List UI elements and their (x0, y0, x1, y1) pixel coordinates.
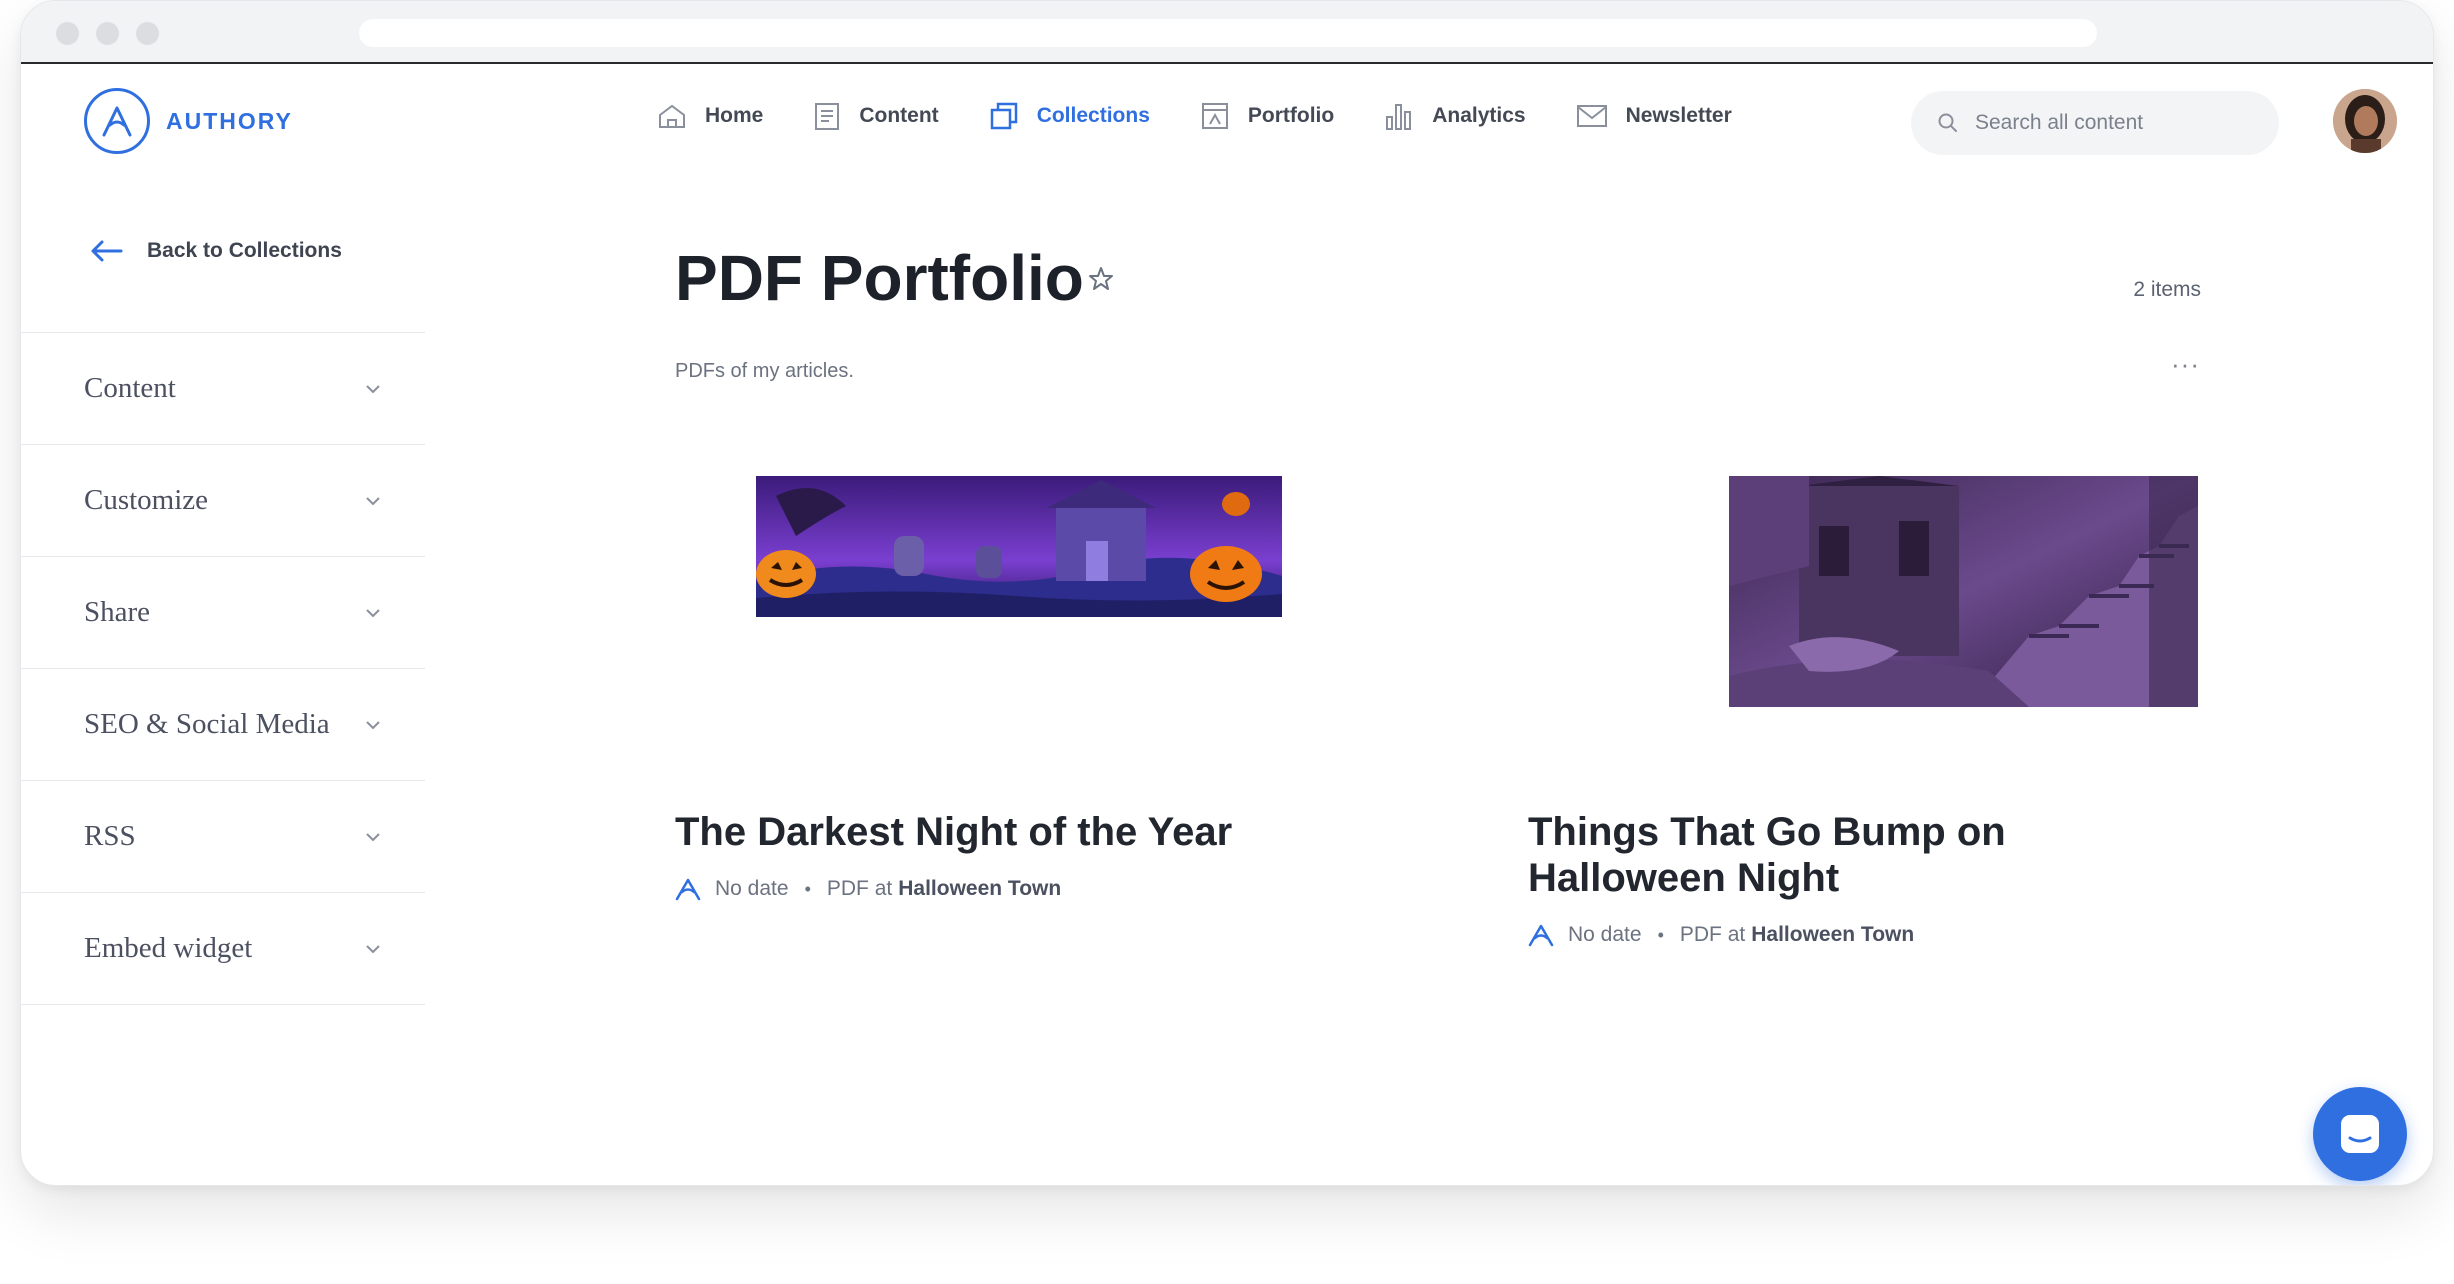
content-icon (815, 103, 840, 130)
star-icon[interactable] (1088, 266, 1114, 292)
card-type: PDF at (1679, 923, 1746, 946)
window-maximize-dot[interactable] (136, 22, 159, 45)
sidebar-item-seo-social[interactable]: SEO & Social Media (21, 669, 425, 781)
card-thumbnail[interactable] (756, 476, 1282, 617)
nav-label-newsletter: Newsletter (1625, 104, 1732, 127)
nav-item-content[interactable]: Content (813, 101, 939, 131)
sidebar-item-embed-widget[interactable]: Embed widget (21, 893, 425, 1005)
chevron-down-icon (366, 944, 380, 953)
card-date: No date (715, 877, 789, 900)
authory-logo-icon (84, 88, 150, 154)
card-thumbnail[interactable] (1729, 476, 2198, 707)
nav-item-analytics[interactable]: Analytics (1384, 101, 1526, 131)
sidebar-item-label: Embed widget (84, 932, 253, 964)
nav-label-home: Home (705, 104, 764, 127)
chevron-down-icon (366, 384, 380, 393)
sidebar-item-label: RSS (84, 820, 136, 852)
brand-name: AUTHORY (166, 107, 293, 134)
authory-logo[interactable]: AUTHORY (84, 88, 293, 154)
sidebar-item-content[interactable]: Content (21, 333, 425, 445)
newsletter-icon (1576, 105, 1607, 127)
sidebar-item-rss[interactable]: RSS (21, 781, 425, 893)
chevron-down-icon (366, 720, 380, 729)
card-title[interactable]: Things That Go Bump on Halloween Night (1528, 809, 2208, 901)
window-close-dot[interactable] (56, 22, 79, 45)
home-icon (659, 104, 685, 128)
nav-item-portfolio[interactable]: Portfolio (1200, 101, 1334, 131)
nav-item-collections[interactable]: Collections (989, 101, 1150, 131)
sidebar-item-customize[interactable]: Customize (21, 445, 425, 557)
nav-item-home[interactable]: Home (657, 102, 763, 130)
nav-item-newsletter[interactable]: Newsletter (1576, 103, 1732, 129)
app-window: AUTHORY Home Content Collections Portfol… (20, 0, 2434, 1186)
search-box[interactable] (1911, 91, 2279, 155)
chat-icon (2341, 1115, 2379, 1153)
window-minimize-dot[interactable] (96, 22, 119, 45)
collections-icon (990, 102, 1017, 130)
items-count: 2 items (2133, 278, 2201, 301)
more-options-button[interactable]: ··· (2171, 349, 2200, 380)
sidebar-item-label: Share (84, 596, 151, 628)
search-icon (1938, 113, 1957, 132)
address-bar[interactable] (359, 19, 2097, 47)
authory-small-icon (1528, 924, 1554, 947)
collection-description: PDFs of my articles. (675, 360, 854, 382)
chevron-down-icon (366, 832, 380, 841)
card-meta: No date • PDF at Halloween Town (675, 877, 1061, 901)
user-avatar[interactable] (2333, 89, 2397, 153)
card-meta: No date • PDF at Halloween Town (1528, 923, 1914, 947)
page-title: PDF Portfolio (675, 242, 1084, 314)
search-input[interactable] (1975, 111, 2255, 135)
nav-label-portfolio: Portfolio (1247, 104, 1335, 127)
arrow-left-icon (91, 240, 123, 262)
browser-chrome (21, 1, 2433, 64)
card-title[interactable]: The Darkest Night of the Year (675, 809, 1395, 855)
card-outlet[interactable]: Halloween Town (1751, 923, 1914, 947)
nav-label-collections: Collections (1036, 104, 1150, 127)
portfolio-icon (1201, 103, 1228, 129)
meta-separator: • (804, 878, 811, 899)
authory-small-icon (675, 878, 701, 901)
analytics-icon (1386, 104, 1412, 130)
sidebar-item-label: Content (84, 372, 176, 404)
back-label: Back to Collections (147, 239, 342, 262)
nav-label-analytics: Analytics (1432, 104, 1526, 127)
meta-separator: • (1657, 924, 1664, 945)
card-outlet[interactable]: Halloween Town (898, 877, 1061, 901)
chevron-down-icon (366, 608, 380, 617)
main-nav: Home Content Collections Portfolio Analy… (657, 101, 1782, 131)
card-type: PDF at (826, 877, 893, 900)
sidebar-item-label: SEO & Social Media (84, 708, 330, 740)
card-date: No date (1568, 923, 1642, 946)
chevron-down-icon (366, 496, 380, 505)
sidebar-item-share[interactable]: Share (21, 557, 425, 669)
sidebar-sections: Content Customize Share SEO & Social Med… (21, 332, 425, 1005)
chat-launcher-button[interactable] (2313, 1087, 2407, 1181)
nav-label-content: Content (859, 104, 939, 127)
sidebar-item-label: Customize (84, 484, 209, 516)
back-to-collections-link[interactable]: Back to Collections (89, 239, 342, 263)
